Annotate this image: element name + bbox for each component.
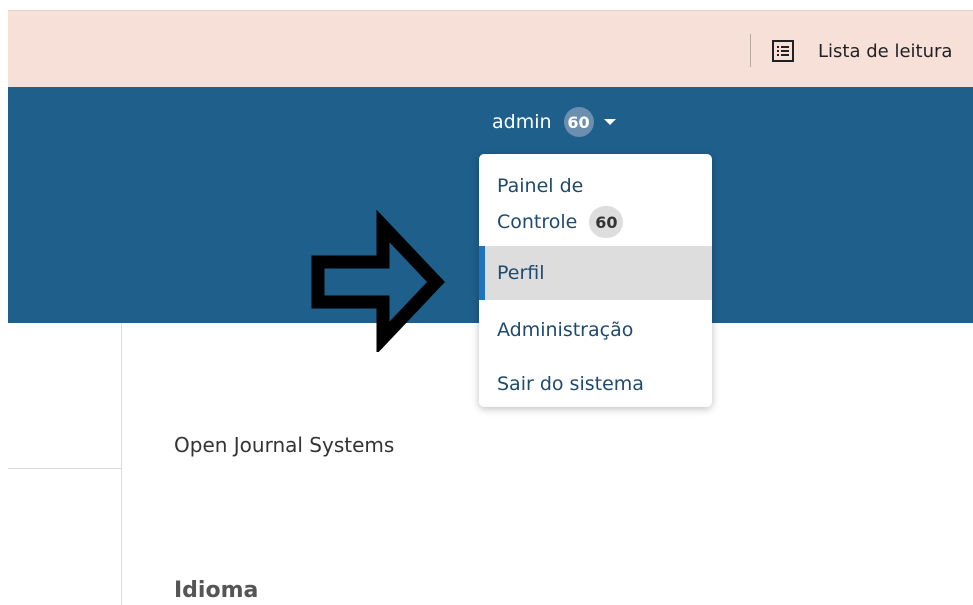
dashboard-badge: 60: [589, 206, 624, 238]
menu-item-profile[interactable]: Perfil: [479, 246, 712, 300]
notification-badge: 60: [563, 107, 594, 137]
reading-list-button[interactable]: Lista de leitura: [770, 33, 952, 69]
menu-item-administration[interactable]: Administração: [479, 304, 712, 356]
user-name: admin: [492, 111, 552, 133]
menu-item-label: Administração: [497, 319, 634, 341]
menu-item-dashboard[interactable]: Painel de Controle 60: [479, 162, 712, 246]
menu-item-logout[interactable]: Sair do sistema: [479, 358, 712, 407]
user-menu-toggle[interactable]: admin 60: [492, 107, 616, 137]
sidebar-divider: [121, 323, 122, 605]
menu-item-label: Painel de: [497, 175, 584, 197]
reading-list-label: Lista de leitura: [818, 40, 953, 62]
reading-list-icon: [770, 38, 796, 64]
sidebar-separator: [8, 468, 121, 469]
menu-item-label: Perfil: [497, 262, 545, 284]
menu-item-label: Controle: [497, 211, 578, 233]
bookmarks-bar: Lista de leitura: [8, 10, 973, 87]
user-dropdown-menu: Painel de Controle 60 Perfil Administraç…: [479, 154, 712, 407]
window-top-strip: [0, 0, 973, 10]
language-heading: Idioma: [174, 578, 259, 603]
site-name: Open Journal Systems: [174, 433, 395, 457]
menu-item-label: Sair do sistema: [497, 373, 644, 395]
toolbar-divider: [750, 34, 751, 67]
caret-down-icon: [603, 119, 616, 125]
right-arrow-icon: [308, 209, 448, 356]
